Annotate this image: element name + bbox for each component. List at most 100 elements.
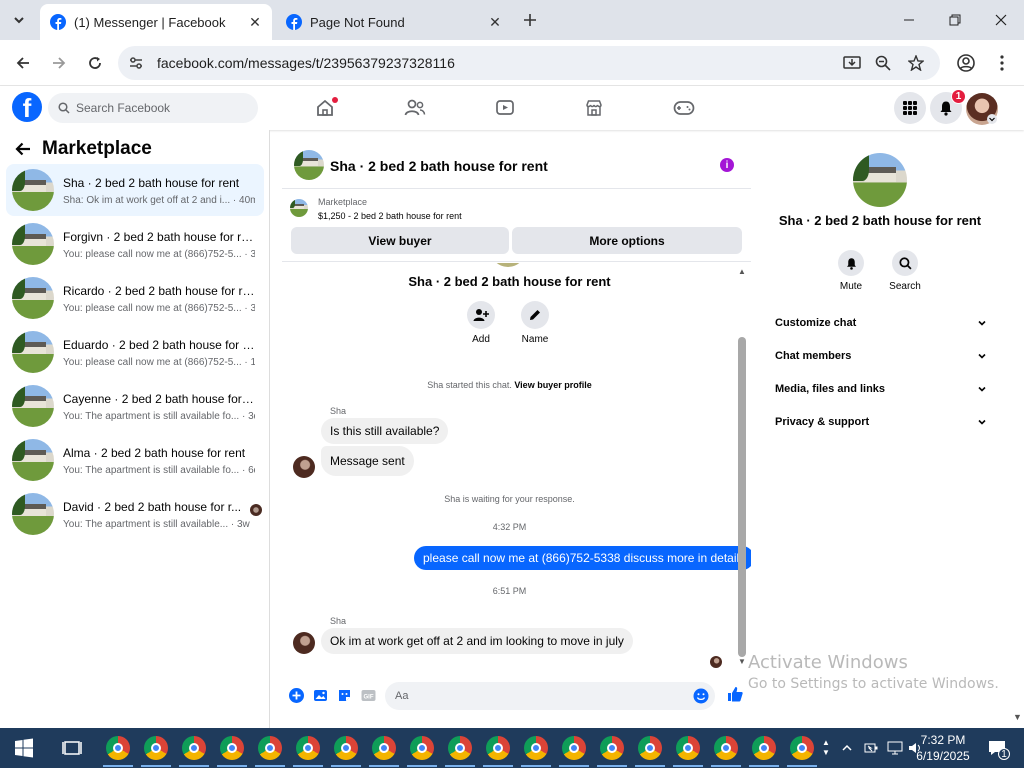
address-bar[interactable]: facebook.com/messages/t/2395637923732811…: [118, 46, 940, 80]
chrome-taskbar-icon[interactable]: [524, 736, 548, 760]
install-app-icon[interactable]: [842, 53, 862, 73]
incoming-message[interactable]: Is this still available?: [321, 418, 449, 444]
conversation-item[interactable]: Eduardo · 2 bed 2 bath house for r... You…: [6, 326, 264, 378]
chrome-taskbar-icon[interactable]: [714, 736, 738, 760]
browser-menu-button[interactable]: [987, 48, 1017, 78]
info-icon[interactable]: i: [720, 158, 734, 172]
chrome-taskbar-icon[interactable]: [676, 736, 700, 760]
back-button[interactable]: [8, 48, 38, 78]
action-center-button[interactable]: 1: [980, 728, 1014, 768]
scroll-down-icon[interactable]: ▼: [738, 657, 746, 666]
close-tab-icon[interactable]: ✕: [484, 11, 506, 33]
tab-page-not-found[interactable]: Page Not Found ✕: [276, 4, 512, 40]
task-view-icon[interactable]: [62, 738, 82, 758]
incoming-message[interactable]: Ok im at work get off at 2 and im lookin…: [321, 628, 633, 654]
conversation-item[interactable]: Alma · 2 bed 2 bath house for rent You: T…: [6, 434, 264, 486]
thread-scrollbar[interactable]: ▲ ▼: [737, 267, 747, 667]
profile-button[interactable]: [951, 48, 981, 78]
chrome-taskbar-icon[interactable]: [448, 736, 472, 760]
tab-messenger[interactable]: (1) Messenger | Facebook ✕: [40, 4, 272, 40]
back-arrow-icon[interactable]: [14, 140, 32, 158]
menu-grid-button[interactable]: [894, 92, 926, 124]
chrome-taskbar-icon[interactable]: [334, 736, 358, 760]
nav-marketplace[interactable]: [574, 86, 614, 130]
facebook-logo-icon[interactable]: f: [12, 92, 42, 122]
search-conversation-button[interactable]: [892, 250, 918, 276]
conversation-item[interactable]: David · 2 bed 2 bath house for r... You: …: [6, 488, 264, 540]
chrome-taskbar-icon[interactable]: [486, 736, 510, 760]
page-scrollbar[interactable]: ▼: [1012, 130, 1024, 728]
nav-home[interactable]: [305, 86, 345, 130]
chrome-taskbar-icon[interactable]: [562, 736, 586, 760]
network-icon[interactable]: [886, 728, 904, 768]
chrome-taskbar-icon[interactable]: [410, 736, 434, 760]
listing-large-thumbnail[interactable]: [853, 153, 907, 207]
nav-video[interactable]: [485, 86, 525, 130]
account-chevron-icon[interactable]: [987, 114, 997, 124]
photo-icon[interactable]: [312, 687, 328, 703]
chrome-taskbar-icon[interactable]: [790, 736, 814, 760]
details-section[interactable]: Privacy & support: [775, 411, 987, 433]
chrome-taskbar-icon[interactable]: [182, 736, 206, 760]
sender-avatar[interactable]: [293, 456, 315, 478]
chrome-taskbar-icon[interactable]: [144, 736, 168, 760]
plus-circle-icon[interactable]: [288, 687, 304, 703]
mute-button[interactable]: [838, 250, 864, 276]
reload-button[interactable]: [80, 48, 110, 78]
scroll-up-icon[interactable]: ▲: [738, 267, 746, 276]
new-tab-button[interactable]: [518, 9, 542, 31]
add-button[interactable]: [467, 301, 495, 329]
page-scroll-down-icon[interactable]: ▼: [1013, 712, 1022, 722]
restore-button[interactable]: [932, 0, 978, 40]
minimize-button[interactable]: [886, 0, 932, 40]
close-window-button[interactable]: [978, 0, 1024, 40]
nav-gaming[interactable]: [664, 86, 704, 130]
thumbs-up-icon[interactable]: [726, 685, 744, 703]
sticker-icon[interactable]: [336, 687, 352, 703]
bookmark-star-icon[interactable]: [906, 53, 926, 73]
name-button[interactable]: [521, 301, 549, 329]
scrollbar-thumb[interactable]: [738, 337, 746, 657]
listing-thumbnail[interactable]: [294, 150, 324, 180]
view-buyer-button[interactable]: View buyer: [291, 227, 509, 254]
emoji-icon[interactable]: [693, 688, 709, 704]
zoom-icon[interactable]: [873, 53, 893, 73]
details-section[interactable]: Media, files and links: [775, 378, 987, 400]
chrome-taskbar-icon[interactable]: [106, 736, 130, 760]
gif-icon[interactable]: GIF: [360, 687, 376, 703]
view-buyer-profile-link[interactable]: View buyer profile: [514, 380, 591, 390]
chrome-taskbar-icon[interactable]: [600, 736, 624, 760]
chrome-taskbar-icon[interactable]: [752, 736, 776, 760]
chat-title[interactable]: Sha · 2 bed 2 bath house for rent: [330, 158, 548, 174]
facebook-search-input[interactable]: Search Facebook: [48, 93, 258, 123]
message-input[interactable]: Aa: [385, 682, 715, 710]
conversation-item[interactable]: Cayenne · 2 bed 2 bath house for r... You…: [6, 380, 264, 432]
incoming-message[interactable]: Message sent: [321, 446, 414, 476]
site-info-icon[interactable]: [126, 53, 146, 73]
details-section[interactable]: Customize chat: [775, 312, 987, 334]
close-tab-icon[interactable]: ✕: [244, 11, 266, 33]
url-text[interactable]: facebook.com/messages/t/2395637923732811…: [157, 55, 455, 71]
nav-friends[interactable]: [395, 86, 435, 130]
listing-mini-thumbnail[interactable]: [290, 199, 308, 217]
chrome-taskbar-icon[interactable]: [638, 736, 662, 760]
sender-avatar[interactable]: [293, 632, 315, 654]
conversation-item[interactable]: Ricardo · 2 bed 2 bath house for re... Yo…: [6, 272, 264, 324]
forward-button[interactable]: [44, 48, 74, 78]
conversation-item[interactable]: Sha · 2 bed 2 bath house for rent Sha: Ok…: [6, 164, 264, 216]
chrome-taskbar-icon[interactable]: [296, 736, 320, 760]
conversation-item[interactable]: Forgivn · 2 bed 2 bath house for re... Yo…: [6, 218, 264, 270]
clock[interactable]: 7:32 PM 6/19/2025: [912, 728, 974, 768]
battery-icon[interactable]: [862, 728, 880, 768]
more-options-button[interactable]: More options: [512, 227, 742, 254]
tray-overflow-icon[interactable]: [838, 728, 856, 768]
taskbar-scroll[interactable]: ▲ ▼: [818, 728, 834, 768]
tab-search-button[interactable]: [6, 9, 32, 31]
chrome-taskbar-icon[interactable]: [220, 736, 244, 760]
outgoing-message[interactable]: please call now me at (866)752-5338 disc…: [414, 546, 751, 570]
windows-start-icon[interactable]: [14, 738, 34, 758]
chrome-taskbar-icon[interactable]: [258, 736, 282, 760]
details-section[interactable]: Chat members: [775, 345, 987, 367]
chrome-taskbar-icon[interactable]: [372, 736, 396, 760]
listing-price[interactable]: $1,250 - 2 bed 2 bath house for rent: [318, 211, 462, 221]
